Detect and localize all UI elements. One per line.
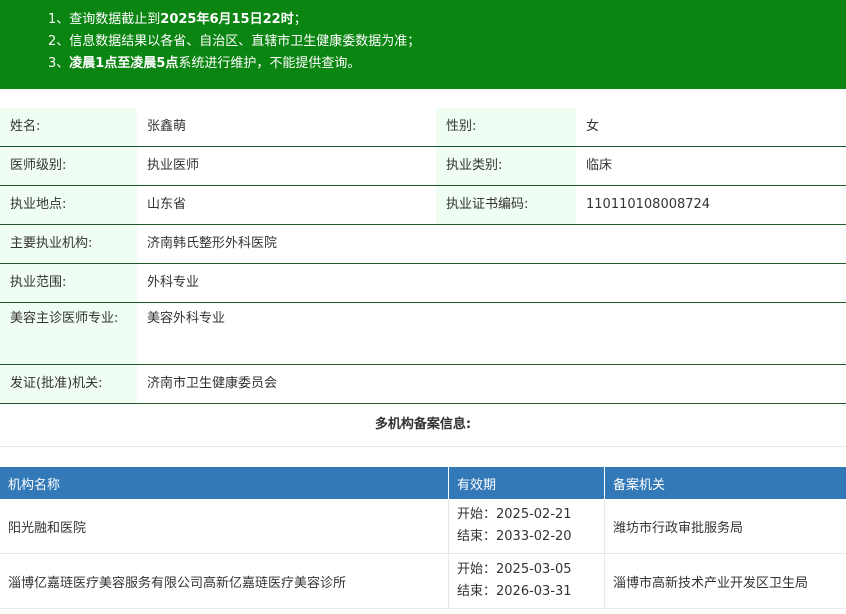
info-row-cosmetic: 美容主诊医师专业: 美容外科专业 (0, 303, 846, 365)
authority: 淄博市高新技术产业开发区卫生局 (604, 553, 846, 609)
registration-table: 机构名称 有效期 备案机关 阳光融和医院 开始：2025-02-21 结束：20… (0, 467, 846, 609)
notice-line-1: 1、查询数据截止到2025年6月15日22时； (48, 9, 846, 31)
notice-banner: 1、查询数据截止到2025年6月15日22时； 2、信息数据结果以各省、自治区、… (0, 0, 846, 89)
name-label: 姓名: (0, 108, 137, 146)
section-title: 多机构备案信息: (0, 404, 846, 447)
category-label: 执业类别: (436, 147, 576, 185)
authority: 潍坊市行政审批服务局 (604, 499, 846, 554)
notice-line-3-prefix: 3、 (48, 56, 70, 71)
category-value: 临床 (586, 158, 613, 173)
info-row-name: 姓名: 张鑫萌 性别: 女 (0, 108, 846, 147)
level-value: 执业医师 (147, 158, 200, 173)
header-authority: 备案机关 (604, 467, 846, 499)
notice-line-1-suffix: ； (293, 12, 307, 27)
notice-line-1-text: 1、查询数据截止到 (48, 12, 161, 27)
header-period: 有效期 (448, 467, 605, 499)
cosmetic-label: 美容主诊医师专业: (0, 303, 137, 364)
gender-value: 女 (586, 119, 600, 134)
start-date: 开始：2025-02-21 (457, 507, 572, 522)
cert-label: 执业证书编码: (436, 186, 576, 224)
validity-period: 开始：2025-02-21 结束：2033-02-20 (448, 499, 605, 554)
gender-label: 性别: (436, 108, 576, 146)
doctor-info-table: 姓名: 张鑫萌 性别: 女 医师级别: 执业医师 执业类别: 临床 执业地点: … (0, 108, 846, 404)
table-header-row: 机构名称 有效期 备案机关 (0, 467, 846, 499)
header-org: 机构名称 (0, 467, 449, 499)
cert-value: 110110108008724 (586, 197, 711, 212)
issuer-value: 济南市卫生健康委员会 (147, 376, 278, 391)
level-label: 医师级别: (0, 147, 137, 185)
info-row-institution: 主要执业机构: 济南韩氏整形外科医院 (0, 225, 846, 264)
info-row-issuer: 发证(批准)机关: 济南市卫生健康委员会 (0, 365, 846, 404)
location-value: 山东省 (147, 197, 187, 212)
institution-value: 济南韩氏整形外科医院 (147, 236, 278, 251)
notice-line-2: 2、信息数据结果以各省、自治区、直辖市卫生健康委数据为准； (48, 34, 421, 49)
cosmetic-value: 美容外科专业 (147, 311, 226, 326)
scope-label: 执业范围: (0, 264, 137, 302)
issuer-label: 发证(批准)机关: (0, 365, 137, 403)
scope-value: 外科专业 (147, 275, 200, 290)
info-row-location: 执业地点: 山东省 执业证书编码: 110110108008724 (0, 186, 846, 225)
start-date: 开始：2025-03-05 (457, 562, 572, 577)
info-row-level: 医师级别: 执业医师 执业类别: 临床 (0, 147, 846, 186)
notice-line-3: 3、凌晨1点至凌晨5点系统进行维护，不能提供查询。 (48, 53, 846, 75)
org-name: 淄博亿嘉琏医疗美容服务有限公司高新亿嘉琏医疗美容诊所 (0, 553, 449, 609)
info-row-scope: 执业范围: 外科专业 (0, 264, 846, 303)
validity-period: 开始：2025-03-05 结束：2026-03-31 (448, 553, 605, 609)
notice-line-3-suffix: 系统进行维护，不能提供查询。 (178, 56, 361, 71)
end-date: 结束：2026-03-31 (457, 584, 572, 599)
notice-line-1-bold: 2025年6月15日22时 (160, 12, 294, 27)
institution-label: 主要执业机构: (0, 225, 137, 263)
org-name: 阳光融和医院 (0, 499, 449, 554)
notice-line-3-bold: 凌晨1点至凌晨5点 (69, 56, 179, 71)
table-row: 阳光融和医院 开始：2025-02-21 结束：2033-02-20 潍坊市行政… (0, 499, 846, 554)
end-date: 结束：2033-02-20 (457, 529, 572, 544)
name-value: 张鑫萌 (147, 119, 187, 134)
location-label: 执业地点: (0, 186, 137, 224)
table-row: 淄博亿嘉琏医疗美容服务有限公司高新亿嘉琏医疗美容诊所 开始：2025-03-05… (0, 553, 846, 609)
